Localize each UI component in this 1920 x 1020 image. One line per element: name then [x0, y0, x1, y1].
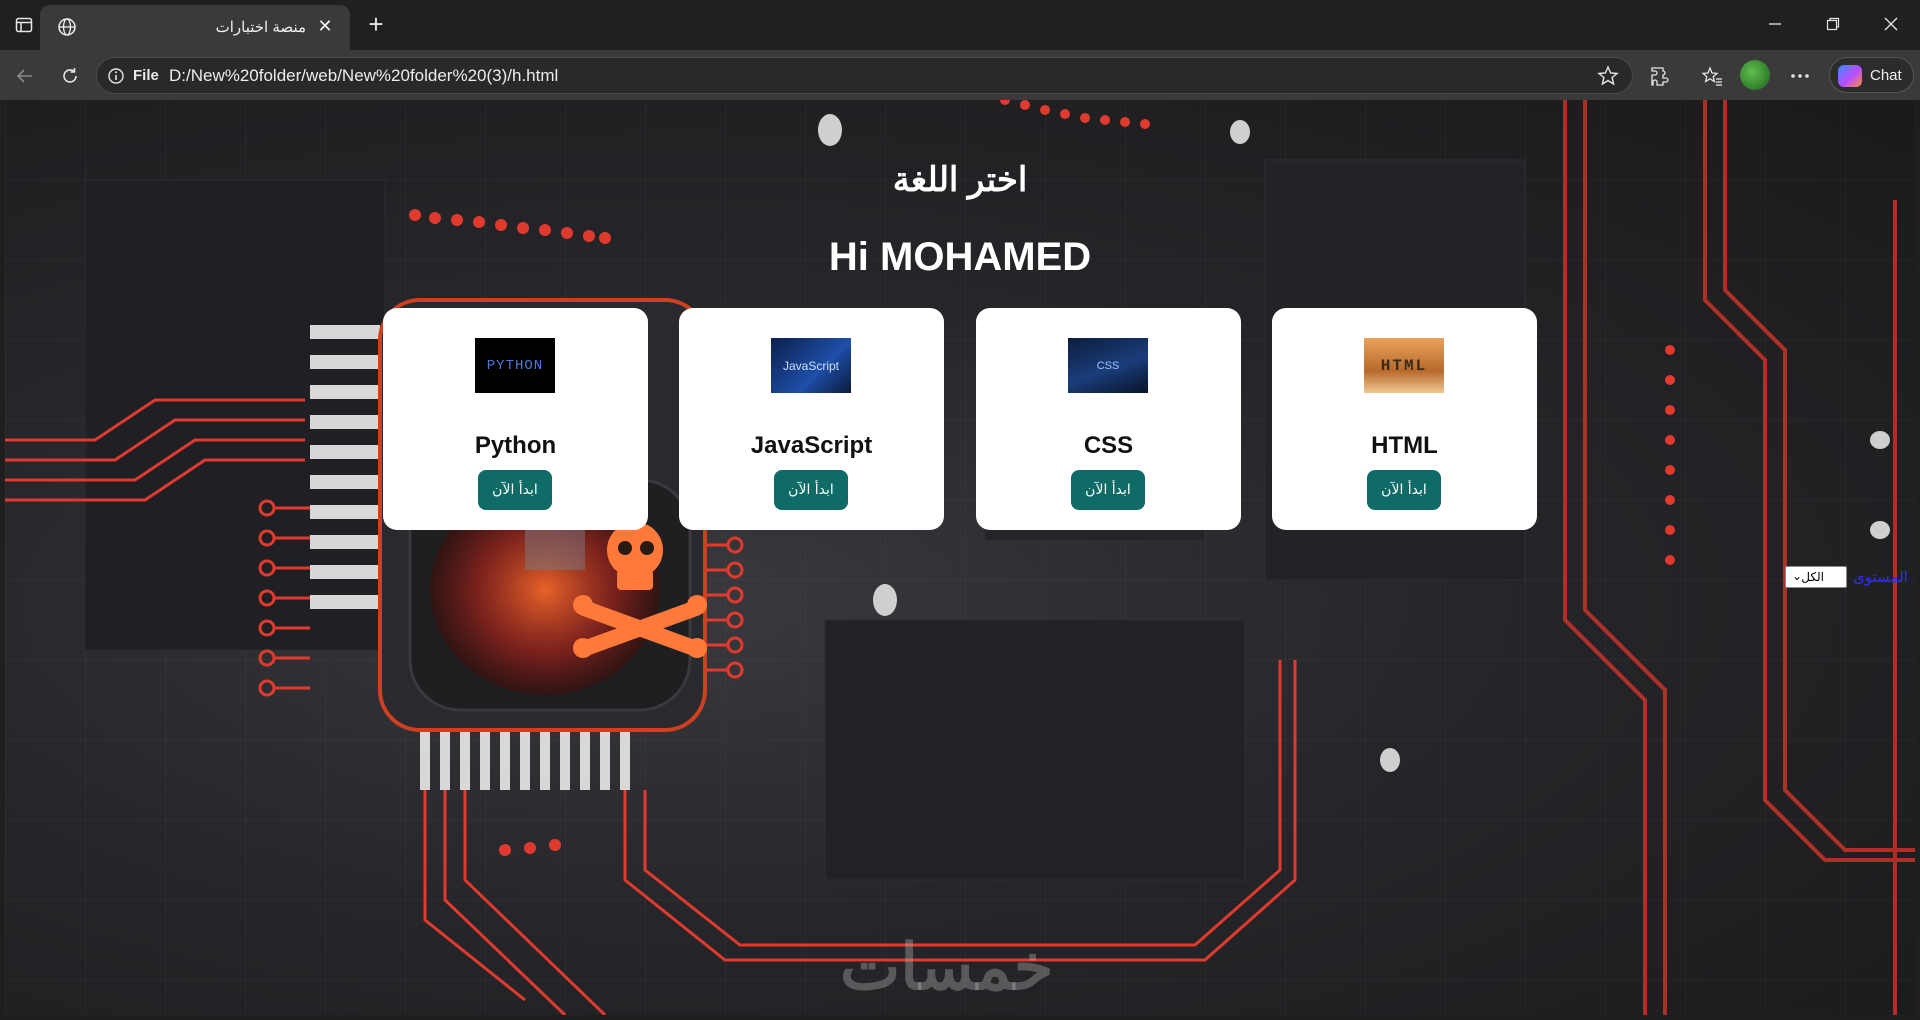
language-card-python: PYTHON Python ابدأ الآن: [383, 308, 648, 530]
close-tab-icon[interactable]: ✕: [312, 13, 338, 39]
card-title: Python: [474, 432, 557, 459]
python-thumbnail: PYTHON: [475, 338, 555, 393]
close-window-icon[interactable]: [1866, 8, 1916, 40]
card-title: JavaScript: [750, 432, 873, 459]
new-tab-button[interactable]: +: [362, 11, 390, 40]
watermark: خمسات: [840, 931, 1054, 1003]
copilot-chat-button[interactable]: Chat: [1829, 57, 1914, 93]
chevron-down-icon: ⌄: [1792, 569, 1803, 583]
profile-avatar[interactable]: [1740, 60, 1770, 90]
page-viewport: اختر اللغة Hi MOHAMED PYTHON Python ابدأ…: [5, 100, 1915, 1015]
language-card-css: CSS CSS ابدأ الآن: [976, 308, 1241, 530]
copilot-icon: [1838, 65, 1862, 87]
back-arrow-icon[interactable]: [10, 61, 40, 91]
tab-title: منصة اختبارات: [215, 19, 306, 36]
tab-actions-icon[interactable]: [10, 11, 38, 39]
address-bar[interactable]: File D:/New%20folder/web/New%20folder%20…: [96, 57, 1633, 94]
css-thumbnail: CSS: [1068, 338, 1148, 393]
chat-label: Chat: [1870, 67, 1902, 84]
site-info-icon[interactable]: [107, 67, 125, 85]
level-label: المستوى: [1853, 569, 1908, 586]
favorite-star-icon[interactable]: [1596, 64, 1620, 88]
minimize-icon[interactable]: [1750, 8, 1800, 40]
page-title: اختر اللغة: [892, 161, 1028, 199]
refresh-icon[interactable]: [55, 61, 85, 91]
url-text[interactable]: D:/New%20folder/web/New%20folder%20(3)/h…: [169, 66, 558, 86]
browser-toolbar: File D:/New%20folder/web/New%20folder%20…: [0, 50, 1920, 100]
start-css-button[interactable]: ابدأ الآن: [1071, 470, 1145, 510]
card-title: HTML: [1371, 432, 1438, 459]
level-filter: المستوى الكل ⌄: [1785, 565, 1908, 589]
tab-bar: منصة اختبارات ✕ +: [0, 0, 1920, 50]
more-menu-icon[interactable]: [1786, 62, 1814, 90]
start-python-button[interactable]: ابدأ الآن: [478, 470, 552, 510]
level-select[interactable]: الكل ⌄: [1785, 566, 1847, 588]
greeting: Hi MOHAMED: [828, 235, 1092, 279]
card-title: CSS: [1083, 432, 1134, 459]
start-javascript-button[interactable]: ابدأ الآن: [774, 470, 848, 510]
language-card-html: HTML HTML ابدأ الآن: [1272, 308, 1537, 530]
html-thumbnail: HTML: [1364, 338, 1444, 393]
language-card-javascript: JavaScript JavaScript ابدأ الآن: [679, 308, 944, 530]
favorites-icon[interactable]: [1698, 62, 1726, 90]
start-html-button[interactable]: ابدأ الآن: [1367, 470, 1441, 510]
restore-icon[interactable]: [1808, 8, 1858, 40]
globe-icon: [55, 15, 79, 39]
javascript-thumbnail: JavaScript: [771, 338, 851, 393]
extensions-icon[interactable]: [1646, 62, 1674, 90]
browser-tab[interactable]: منصة اختبارات ✕: [40, 5, 350, 50]
url-scheme: File: [133, 67, 159, 84]
